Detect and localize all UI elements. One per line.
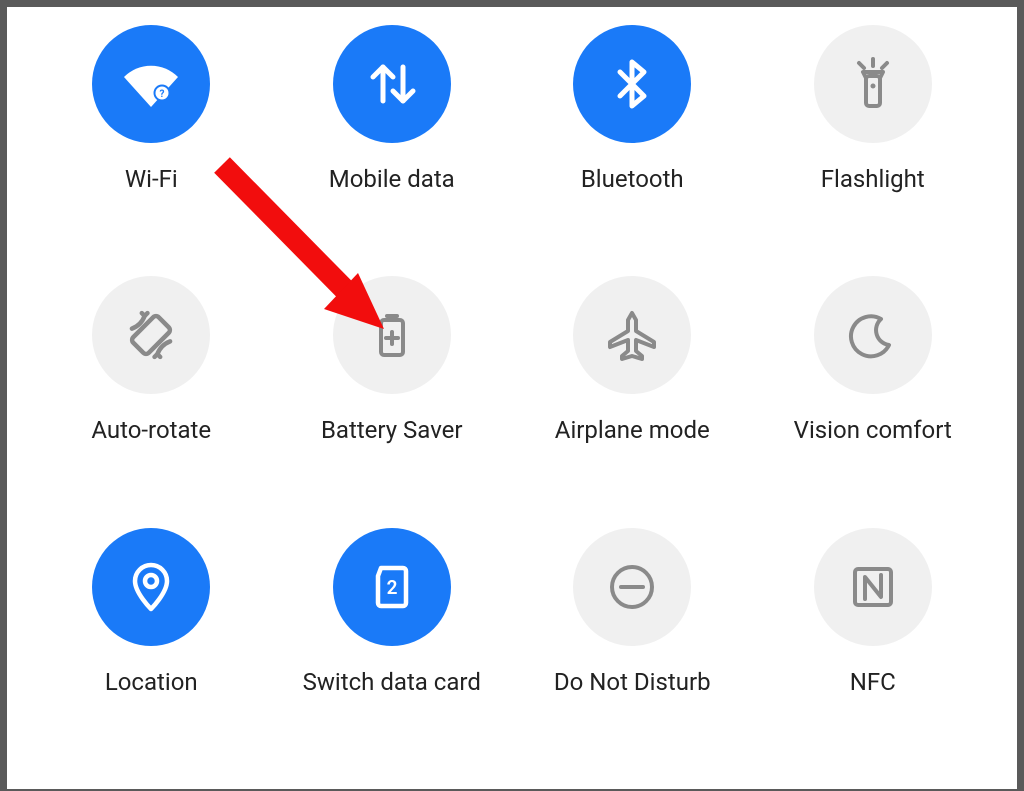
tile-label: Wi-Fi — [125, 165, 178, 193]
tile-label: Battery Saver — [321, 416, 463, 444]
tile-battery-saver[interactable]: Battery Saver — [272, 276, 513, 527]
wifi-icon: ? — [92, 25, 210, 143]
tile-label: NFC — [850, 668, 896, 696]
tile-flashlight[interactable]: Flashlight — [753, 25, 994, 276]
tile-do-not-disturb[interactable]: Do Not Disturb — [512, 528, 753, 779]
moon-icon — [814, 276, 932, 394]
tile-label: Vision comfort — [794, 416, 952, 444]
airplane-icon — [573, 276, 691, 394]
tile-nfc[interactable]: NFC — [753, 528, 994, 779]
tile-label: Flashlight — [821, 165, 925, 193]
dnd-icon — [573, 528, 691, 646]
tile-vision-comfort[interactable]: Vision comfort — [753, 276, 994, 527]
quick-settings-panel: ? Wi-Fi Mobile data Bluet — [0, 0, 1024, 791]
location-icon — [92, 528, 210, 646]
quick-settings-grid: ? Wi-Fi Mobile data Bluet — [7, 7, 1017, 789]
tile-bluetooth[interactable]: Bluetooth — [512, 25, 753, 276]
svg-text:?: ? — [160, 89, 165, 100]
nfc-icon — [814, 528, 932, 646]
tile-label: Location — [105, 668, 198, 696]
bluetooth-icon — [573, 25, 691, 143]
tile-auto-rotate[interactable]: Auto-rotate — [31, 276, 272, 527]
tile-location[interactable]: Location — [31, 528, 272, 779]
tile-label: Mobile data — [329, 165, 455, 193]
flashlight-icon — [814, 25, 932, 143]
svg-text:2: 2 — [386, 576, 397, 599]
mobile-data-icon — [333, 25, 451, 143]
tile-mobile-data[interactable]: Mobile data — [272, 25, 513, 276]
tile-label: Auto-rotate — [91, 416, 211, 444]
tile-label: Bluetooth — [581, 165, 684, 193]
tile-wifi[interactable]: ? Wi-Fi — [31, 25, 272, 276]
tile-airplane-mode[interactable]: Airplane mode — [512, 276, 753, 527]
battery-saver-icon — [333, 276, 451, 394]
auto-rotate-icon — [92, 276, 210, 394]
tile-label: Airplane mode — [555, 416, 710, 444]
tile-switch-data-card[interactable]: 2 Switch data card — [272, 528, 513, 779]
tile-label: Switch data card — [303, 668, 481, 696]
sim-card-icon: 2 — [333, 528, 451, 646]
tile-label: Do Not Disturb — [554, 668, 711, 696]
